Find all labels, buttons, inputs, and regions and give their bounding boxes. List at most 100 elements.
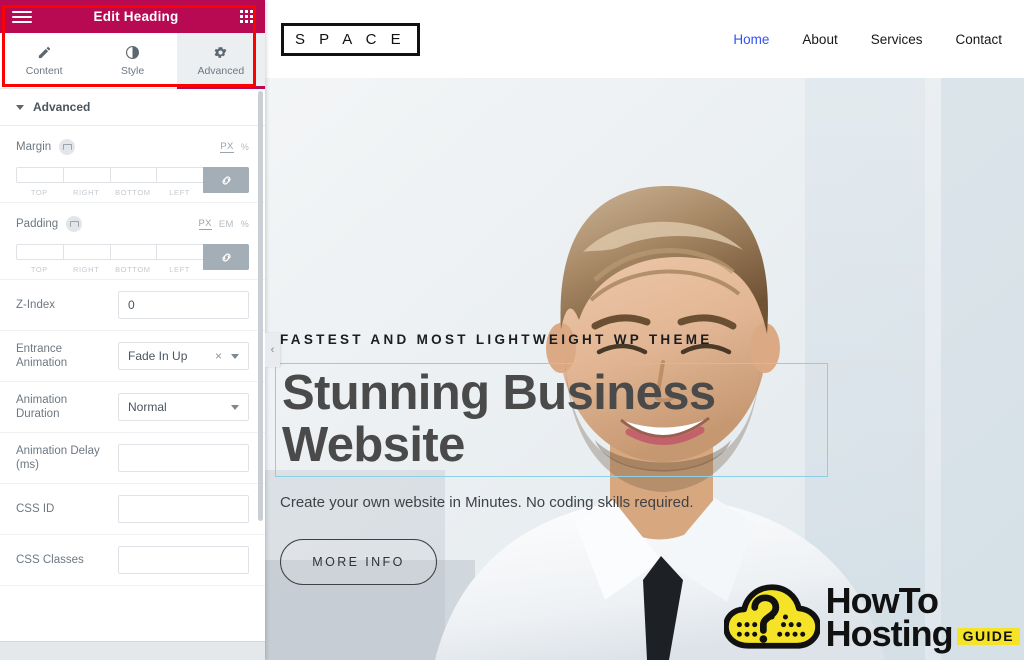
control-padding: Padding PX EM % TOP RIGHT BOTTOM LEFT xyxy=(0,203,265,280)
entrance-animation-label: Entrance Animation xyxy=(16,343,68,369)
entrance-animation-select[interactable]: Fade In Up × xyxy=(118,342,249,370)
nav-link-about[interactable]: About xyxy=(802,32,837,47)
tab-advanced-label: Advanced xyxy=(197,65,245,77)
padding-unit-percent[interactable]: % xyxy=(241,219,249,229)
control-animation-delay: Animation Delay (ms) xyxy=(0,433,265,484)
margin-left-caption: LEFT xyxy=(169,188,190,197)
margin-bottom-caption: BOTTOM xyxy=(115,188,151,197)
site-preview: FASTEST AND MOST LIGHTWEIGHT WP THEME St… xyxy=(265,0,1024,660)
control-margin: Margin PX % TOP RIGHT BOTTOM LEFT xyxy=(0,126,265,203)
margin-top-caption: TOP xyxy=(30,188,48,197)
gear-icon xyxy=(213,44,228,60)
padding-bottom-caption: BOTTOM xyxy=(115,265,151,274)
animation-duration-value: Normal xyxy=(128,400,167,414)
margin-dimensions: TOP RIGHT BOTTOM LEFT xyxy=(16,167,249,197)
grid-icon[interactable] xyxy=(240,10,253,23)
padding-right-input[interactable] xyxy=(62,244,110,260)
padding-left-input[interactable] xyxy=(156,244,203,260)
close-icon[interactable]: × xyxy=(215,349,222,363)
howtohosting-watermark: HowTo Hosting GUIDE xyxy=(723,582,1020,654)
pencil-icon xyxy=(37,44,52,60)
css-classes-label: CSS Classes xyxy=(16,554,84,566)
animation-duration-select[interactable]: Normal xyxy=(118,393,249,421)
panel-header: Edit Heading xyxy=(0,0,265,33)
nav-link-services[interactable]: Services xyxy=(871,32,923,47)
padding-right-caption: RIGHT xyxy=(72,265,100,274)
z-index-input[interactable] xyxy=(118,291,249,319)
padding-units: PX EM % xyxy=(198,218,249,230)
tab-style[interactable]: Style xyxy=(88,33,177,88)
tab-content[interactable]: Content xyxy=(0,33,89,88)
css-id-input[interactable] xyxy=(118,495,249,523)
responsive-device-icon[interactable] xyxy=(59,139,76,155)
chevron-down-icon xyxy=(231,353,239,359)
panel-collapse-button[interactable]: ‹ xyxy=(265,333,280,367)
contrast-icon xyxy=(125,44,140,60)
more-info-button[interactable]: MORE INFO xyxy=(280,539,437,585)
nav-link-contact[interactable]: Contact xyxy=(955,32,1002,47)
margin-bottom-input[interactable] xyxy=(109,167,157,183)
z-index-label: Z-Index xyxy=(16,299,55,311)
chevron-down-icon xyxy=(231,404,239,410)
panel-footer xyxy=(0,641,265,660)
control-z-index: Z-Index xyxy=(0,280,265,331)
animation-delay-label: Animation Delay (ms) xyxy=(16,445,100,471)
panel-title: Edit Heading xyxy=(93,9,179,24)
css-id-label: CSS ID xyxy=(16,503,55,515)
entrance-animation-value: Fade In Up xyxy=(128,349,188,363)
control-entrance-animation: Entrance Animation Fade In Up × xyxy=(0,331,265,382)
margin-top-input[interactable] xyxy=(16,167,63,183)
hero-subtitle: Create your own website in Minutes. No c… xyxy=(280,494,694,511)
padding-bottom-input[interactable] xyxy=(109,244,157,260)
cloud-question-icon xyxy=(723,584,820,649)
margin-right-caption: RIGHT xyxy=(72,188,100,197)
watermark-text: HowTo Hosting GUIDE xyxy=(825,582,1020,654)
hero-eyebrow: FASTEST AND MOST LIGHTWEIGHT WP THEME xyxy=(280,332,713,347)
padding-dimensions: TOP RIGHT BOTTOM LEFT xyxy=(16,244,249,274)
control-css-classes: CSS Classes xyxy=(0,535,265,586)
animation-duration-label: Animation Duration xyxy=(16,394,68,420)
chevron-left-icon: ‹ xyxy=(270,343,275,356)
panel-tabs-wrapper: Content Style Advanced xyxy=(0,5,266,89)
padding-unit-em[interactable]: EM xyxy=(219,219,234,230)
responsive-device-icon[interactable] xyxy=(66,216,83,232)
margin-label: Margin xyxy=(16,141,52,153)
chevron-down-icon xyxy=(16,104,24,110)
margin-link-icon[interactable] xyxy=(203,167,249,193)
screen-root: Edit Heading Content Style Advanced Adva… xyxy=(0,0,1024,660)
margin-units: PX % xyxy=(220,141,249,153)
watermark-line2: Hosting xyxy=(825,613,954,654)
hero-content: FASTEST AND MOST LIGHTWEIGHT WP THEME St… xyxy=(275,332,1024,585)
margin-header: Margin PX % xyxy=(16,137,249,157)
section-title: Advanced xyxy=(33,100,91,114)
margin-unit-px[interactable]: PX xyxy=(220,141,234,153)
tab-advanced[interactable]: Advanced xyxy=(176,33,266,89)
selected-heading-widget[interactable]: Stunning Business Website xyxy=(275,363,828,477)
margin-left-input[interactable] xyxy=(156,167,203,183)
padding-unit-px[interactable]: PX xyxy=(198,218,212,230)
padding-left-caption: LEFT xyxy=(169,265,190,274)
panel-scroll-body[interactable]: Advanced Margin PX % TOP RIGHT BOTTOM LE… xyxy=(0,89,265,641)
css-classes-input[interactable] xyxy=(118,546,249,574)
nav-link-home[interactable]: Home xyxy=(733,32,769,47)
hero-heading: Stunning Business Website xyxy=(282,366,716,472)
padding-link-icon[interactable] xyxy=(203,244,249,270)
panel-tabs: Content Style Advanced xyxy=(0,33,266,89)
control-css-id: CSS ID xyxy=(0,484,265,535)
padding-label: Padding xyxy=(16,218,59,230)
margin-unit-percent[interactable]: % xyxy=(241,142,249,152)
tab-content-label: Content xyxy=(25,65,63,77)
panel-scrollbar[interactable] xyxy=(258,89,263,641)
section-header-advanced[interactable]: Advanced xyxy=(0,89,265,126)
padding-top-caption: TOP xyxy=(30,265,48,274)
animation-delay-input[interactable] xyxy=(118,444,249,472)
margin-right-input[interactable] xyxy=(62,167,110,183)
site-logo[interactable]: S P A C E xyxy=(281,22,420,56)
padding-top-input[interactable] xyxy=(16,244,63,260)
tab-style-label: Style xyxy=(120,65,145,77)
hamburger-icon[interactable] xyxy=(12,10,32,23)
control-animation-duration: Animation Duration Normal xyxy=(0,382,265,433)
watermark-badge: GUIDE xyxy=(956,628,1020,646)
elementor-editor-panel: Edit Heading Content Style Advanced Adva… xyxy=(0,0,266,660)
site-header: S P A C E Home About Services Contact xyxy=(265,0,1024,78)
